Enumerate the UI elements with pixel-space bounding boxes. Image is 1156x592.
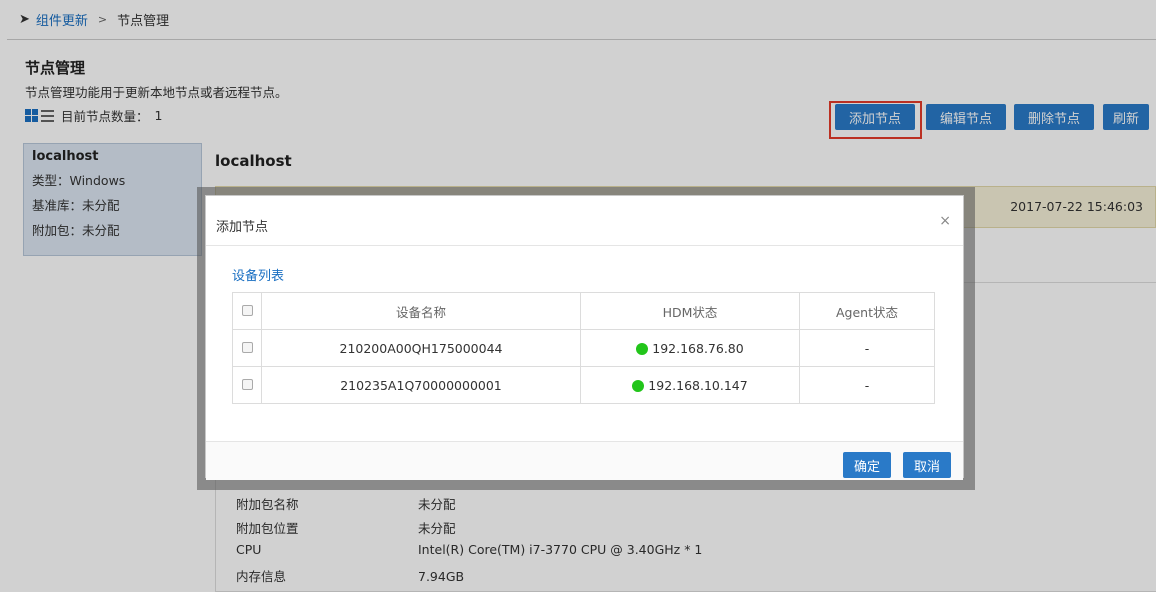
- row-checkbox-cell: [232, 329, 262, 367]
- row-checkbox[interactable]: [241, 341, 253, 353]
- agent-status-cell: -: [799, 329, 935, 367]
- column-header-agent-status: Agent状态: [799, 292, 935, 330]
- column-header-device-name: 设备名称: [261, 292, 581, 330]
- hdm-status-cell: 192.168.10.147: [580, 366, 800, 404]
- row-checkbox[interactable]: [241, 378, 253, 390]
- select-all-checkbox[interactable]: [241, 304, 253, 316]
- row-checkbox-cell: [232, 366, 262, 404]
- hdm-ip: 192.168.10.147: [648, 377, 748, 393]
- table-row[interactable]: 210235A1Q70000000001 192.168.10.147 -: [232, 366, 935, 404]
- dialog-header: 添加节点 ×: [206, 196, 963, 246]
- status-online-icon: [636, 343, 649, 355]
- table-header-row: 设备名称 HDM状态 Agent状态: [232, 292, 935, 330]
- dialog-title: 添加节点: [216, 220, 269, 235]
- device-name-cell: 210235A1Q70000000001: [261, 366, 581, 404]
- device-table: 设备名称 HDM状态 Agent状态 210200A00QH175000044 …: [232, 292, 935, 404]
- device-list-label: 设备列表: [232, 269, 285, 284]
- column-header-hdm-status: HDM状态: [580, 292, 800, 330]
- cancel-button[interactable]: 取消: [903, 452, 951, 478]
- agent-status-cell: -: [799, 366, 935, 404]
- status-online-icon: [632, 380, 645, 392]
- hdm-status-cell: 192.168.76.80: [580, 329, 800, 367]
- hdm-ip: 192.168.76.80: [652, 340, 744, 356]
- select-all-cell: [232, 292, 262, 330]
- device-name-cell: 210200A00QH175000044: [261, 329, 581, 367]
- confirm-button[interactable]: 确定: [843, 452, 891, 478]
- table-row[interactable]: 210200A00QH175000044 192.168.76.80 -: [232, 329, 935, 367]
- add-node-dialog: 添加节点 × 设备列表 设备名称 HDM状态 Agent状态 210200A00…: [205, 195, 964, 480]
- close-icon[interactable]: ×: [939, 213, 951, 229]
